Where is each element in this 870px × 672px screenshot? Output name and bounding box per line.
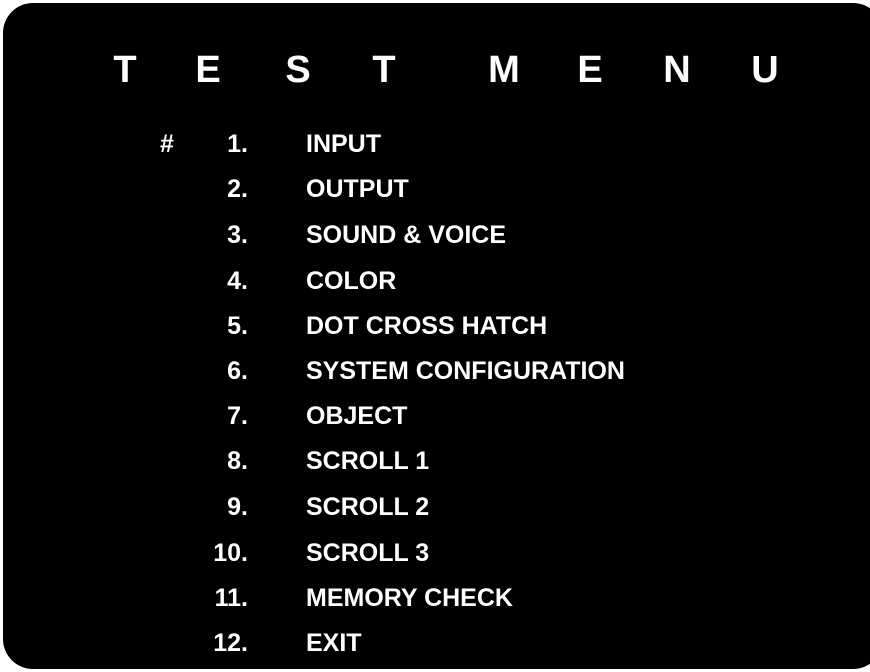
menu-item-dot-cross-hatch[interactable]: 5. DOT CROSS HATCH — [0, 306, 870, 346]
menu-item-label: INPUT — [306, 130, 381, 158]
menu-item-number: 2. — [227, 175, 248, 203]
menu-item-label: SCROLL 2 — [306, 493, 430, 521]
menu-item-label: OBJECT — [306, 402, 408, 430]
menu-item-scroll-1[interactable]: 8. SCROLL 1 — [0, 441, 870, 481]
menu-item-label: SCROLL 3 — [306, 539, 430, 567]
menu-item-number: 3. — [227, 221, 248, 249]
menu-item-object[interactable]: 7. OBJECT — [0, 396, 870, 436]
test-menu-list: # 1. INPUT 2. OUTPUT 3. SOUND & VOICE 4.… — [0, 0, 870, 672]
menu-item-exit[interactable]: 12. EXIT — [0, 623, 870, 663]
menu-item-label: SOUND & VOICE — [306, 221, 507, 249]
menu-item-sound-voice[interactable]: 3. SOUND & VOICE — [0, 215, 870, 255]
menu-item-system-configuration[interactable]: 6. SYSTEM CONFIGURATION — [0, 351, 870, 391]
menu-item-label: MEMORY CHECK — [306, 584, 513, 612]
menu-item-number: 1. — [227, 130, 248, 158]
menu-item-number: 4. — [227, 267, 248, 295]
menu-item-input[interactable]: # 1. INPUT — [0, 124, 870, 164]
menu-item-label: OUTPUT — [306, 175, 409, 203]
menu-item-output[interactable]: 2. OUTPUT — [0, 169, 870, 209]
menu-item-label: SYSTEM CONFIGURATION — [306, 357, 625, 385]
menu-item-label: EXIT — [306, 629, 362, 657]
menu-item-label: DOT CROSS HATCH — [306, 312, 548, 340]
menu-item-label: SCROLL 1 — [306, 447, 430, 475]
menu-item-memory-check[interactable]: 11. MEMORY CHECK — [0, 578, 870, 618]
menu-item-number: 8. — [227, 447, 248, 475]
menu-item-number: 9. — [227, 493, 248, 521]
menu-item-label: COLOR — [306, 267, 397, 295]
menu-item-scroll-2[interactable]: 9. SCROLL 2 — [0, 487, 870, 527]
menu-item-number: 12. — [213, 629, 248, 657]
menu-item-color[interactable]: 4. COLOR — [0, 261, 870, 301]
menu-item-number: 5. — [227, 312, 248, 340]
menu-item-number: 10. — [213, 539, 248, 567]
menu-item-scroll-3[interactable]: 10. SCROLL 3 — [0, 533, 870, 573]
menu-item-number: 11. — [214, 584, 248, 612]
menu-item-number: 6. — [227, 357, 248, 385]
menu-item-number: 7. — [227, 402, 248, 430]
